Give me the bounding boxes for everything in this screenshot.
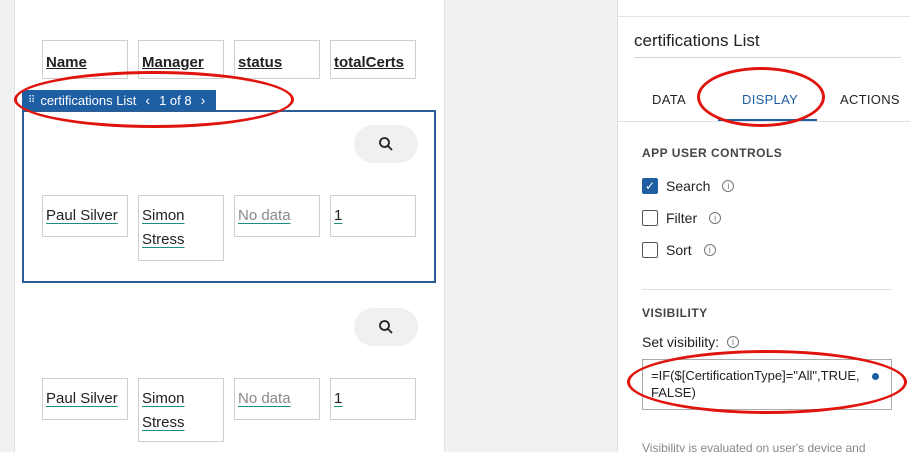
cell-totalcerts[interactable]: 1 <box>330 378 416 420</box>
info-icon[interactable]: i <box>727 336 740 348</box>
list-tag-label: certifications List <box>40 92 137 108</box>
cell-name[interactable]: Paul Silver <box>42 378 128 420</box>
visibility-note: Visibility is evaluated on user's device… <box>642 441 866 452</box>
cell-status[interactable]: No data <box>234 195 320 237</box>
tab-actions[interactable]: ACTIONS <box>840 92 900 107</box>
set-visibility-row: Set visibility: i <box>642 334 740 350</box>
filter-control-row[interactable]: Filter i <box>642 210 722 226</box>
search-button[interactable] <box>354 308 418 346</box>
search-checkbox[interactable]: ✓ <box>642 178 658 194</box>
cell-status[interactable]: No data <box>234 378 320 420</box>
drag-handle-icon[interactable]: ⠿ <box>28 95 35 106</box>
cell-manager[interactable]: Simon Stress <box>138 378 224 442</box>
tabs-divider <box>618 121 910 122</box>
visibility-heading: VISIBILITY <box>642 306 708 320</box>
list-pager: 1 of 8 <box>159 92 192 108</box>
search-control-row[interactable]: ✓ Search i <box>642 178 735 194</box>
canvas-gutter <box>445 0 617 452</box>
tab-display[interactable]: DISPLAY <box>742 92 798 107</box>
info-icon[interactable]: i <box>709 212 722 224</box>
search-control-label: Search <box>666 178 711 194</box>
list-component-tag[interactable]: ⠿ certifications List ‹ 1 of 8 › <box>22 90 217 110</box>
visibility-formula: =IF($[CertificationType]="All",TRUE,FALS… <box>651 368 860 400</box>
panel-title[interactable]: certifications List <box>634 31 760 51</box>
search-icon <box>379 137 393 151</box>
column-header-totalcerts[interactable]: totalCerts <box>330 40 416 79</box>
filter-control-label: Filter <box>666 210 698 226</box>
cell-name[interactable]: Paul Silver <box>42 195 128 237</box>
column-header-name[interactable]: Name <box>42 40 128 79</box>
chevron-left-icon[interactable]: ‹ <box>142 92 153 108</box>
sort-control-label: Sort <box>666 242 692 258</box>
app-user-controls-heading: APP USER CONTROLS <box>642 146 783 160</box>
properties-panel: certifications List DATA DISPLAY ACTIONS… <box>617 0 910 452</box>
chevron-right-icon[interactable]: › <box>198 92 209 108</box>
status-dot-icon <box>872 373 879 380</box>
column-header-status[interactable]: status <box>234 40 320 79</box>
visibility-formula-field[interactable]: =IF($[CertificationType]="All",TRUE,FALS… <box>642 359 892 410</box>
set-visibility-label: Set visibility: <box>642 334 720 350</box>
column-header-manager[interactable]: Manager <box>138 40 224 79</box>
filter-checkbox[interactable] <box>642 210 658 226</box>
search-button[interactable] <box>354 125 418 163</box>
section-divider <box>642 289 892 290</box>
sort-control-row[interactable]: Sort i <box>642 242 716 258</box>
panel-divider <box>618 16 910 17</box>
tab-data[interactable]: DATA <box>652 92 686 107</box>
info-icon[interactable]: i <box>722 180 735 192</box>
cell-totalcerts[interactable]: 1 <box>330 195 416 237</box>
search-icon <box>379 320 393 334</box>
panel-title-underline <box>634 57 901 58</box>
info-icon[interactable]: i <box>703 244 716 256</box>
sort-checkbox[interactable] <box>642 242 658 258</box>
cell-manager[interactable]: Simon Stress <box>138 195 224 261</box>
